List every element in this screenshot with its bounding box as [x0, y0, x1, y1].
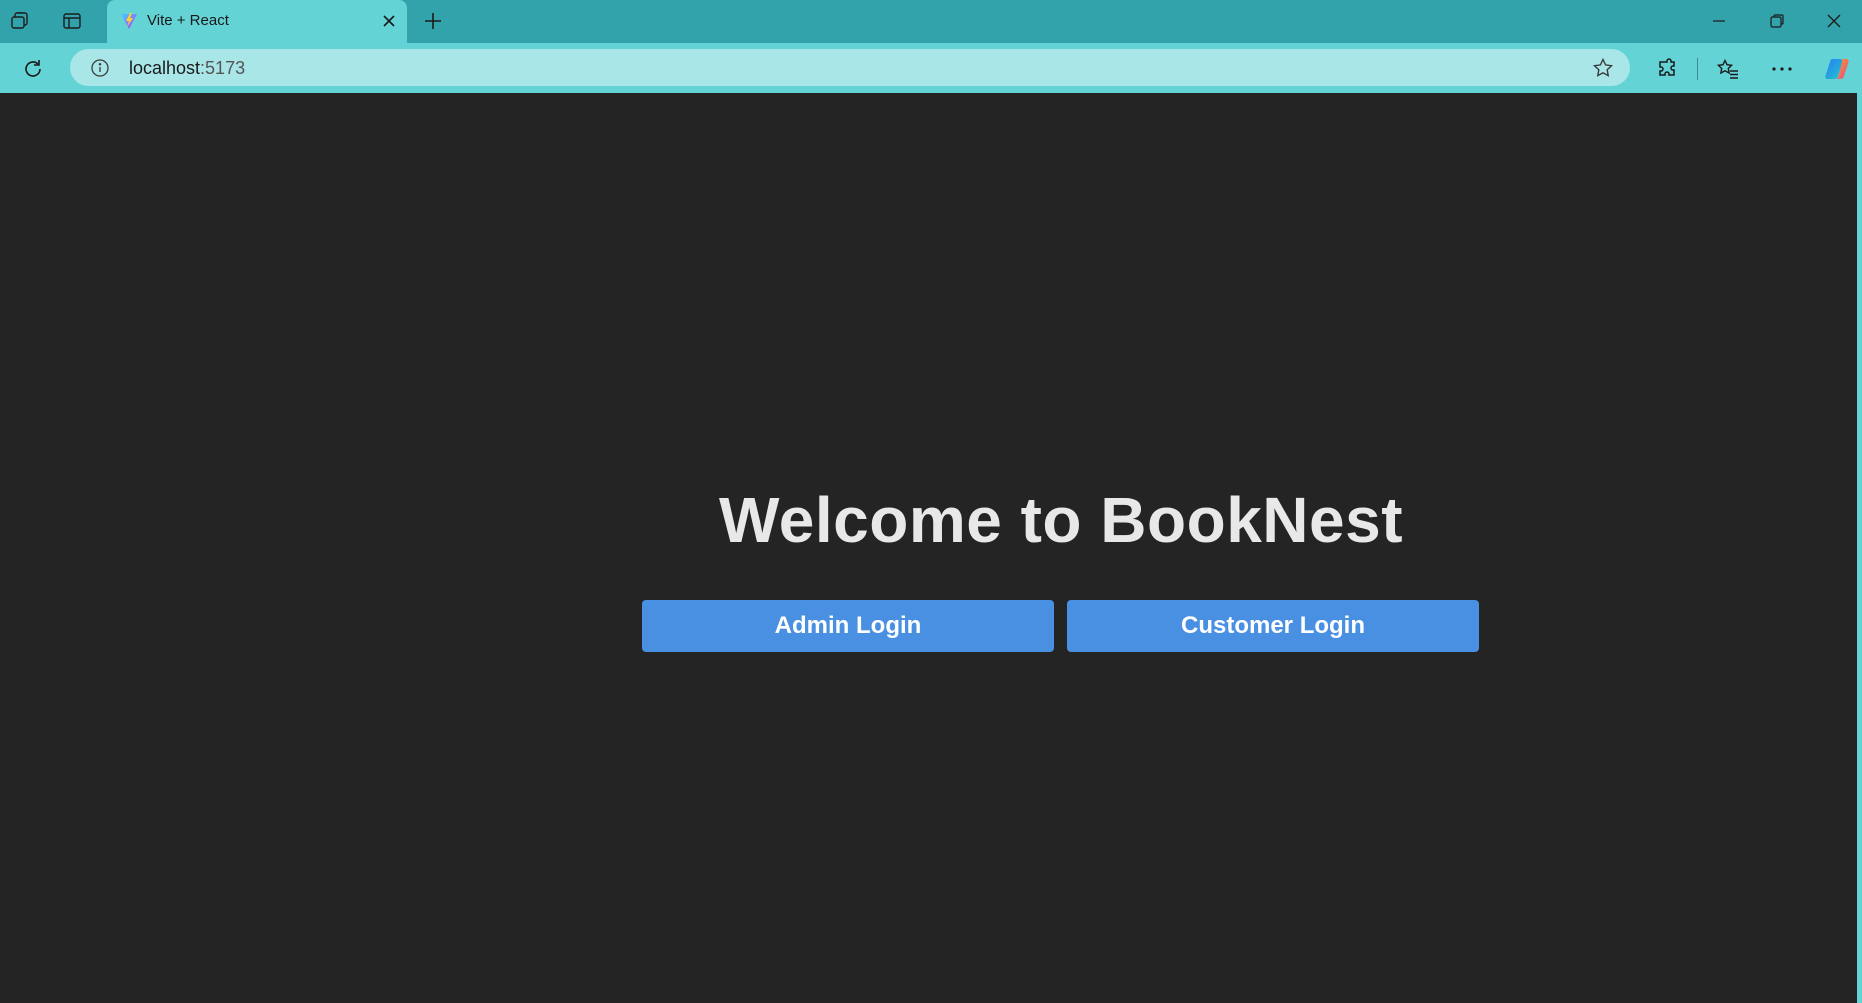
more-options-icon[interactable] [1766, 53, 1798, 85]
customer-login-button[interactable]: Customer Login [1067, 600, 1479, 652]
address-bar[interactable]: localhost:5173 [70, 49, 1630, 86]
toolbar-separator [1697, 58, 1698, 80]
browser-tab-active[interactable]: Vite + React [107, 0, 407, 43]
workspaces-icon[interactable] [7, 8, 33, 34]
login-button-row: Admin Login Customer Login [642, 600, 1479, 652]
page-viewport: Welcome to BookNest Admin Login Customer… [0, 93, 1857, 1003]
new-tab-icon[interactable] [420, 8, 446, 34]
url-text: localhost:5173 [129, 58, 245, 78]
browser-frame-edge [1857, 93, 1862, 1003]
favorite-star-icon[interactable] [1590, 55, 1616, 81]
close-tab-icon[interactable] [379, 11, 399, 31]
restore-icon[interactable] [1754, 6, 1800, 36]
close-window-icon[interactable] [1811, 6, 1857, 36]
minimize-icon[interactable] [1696, 6, 1742, 36]
url-host: localhost [129, 58, 201, 78]
browser-toolbar: localhost:5173 [0, 43, 1862, 93]
refresh-icon[interactable] [17, 53, 49, 85]
site-info-icon[interactable] [90, 58, 110, 78]
copilot-icon[interactable] [1821, 53, 1853, 85]
admin-login-button[interactable]: Admin Login [642, 600, 1054, 652]
extensions-icon[interactable] [1651, 53, 1683, 85]
tab-title: Vite + React [147, 12, 229, 29]
favorites-icon[interactable] [1712, 53, 1744, 85]
browser-titlebar: Vite + React [0, 0, 1862, 43]
vertical-tabs-icon[interactable] [59, 8, 85, 34]
vite-logo-icon [119, 11, 139, 31]
url-port: :5173 [200, 58, 246, 78]
page-title: Welcome to BookNest [719, 484, 1403, 556]
